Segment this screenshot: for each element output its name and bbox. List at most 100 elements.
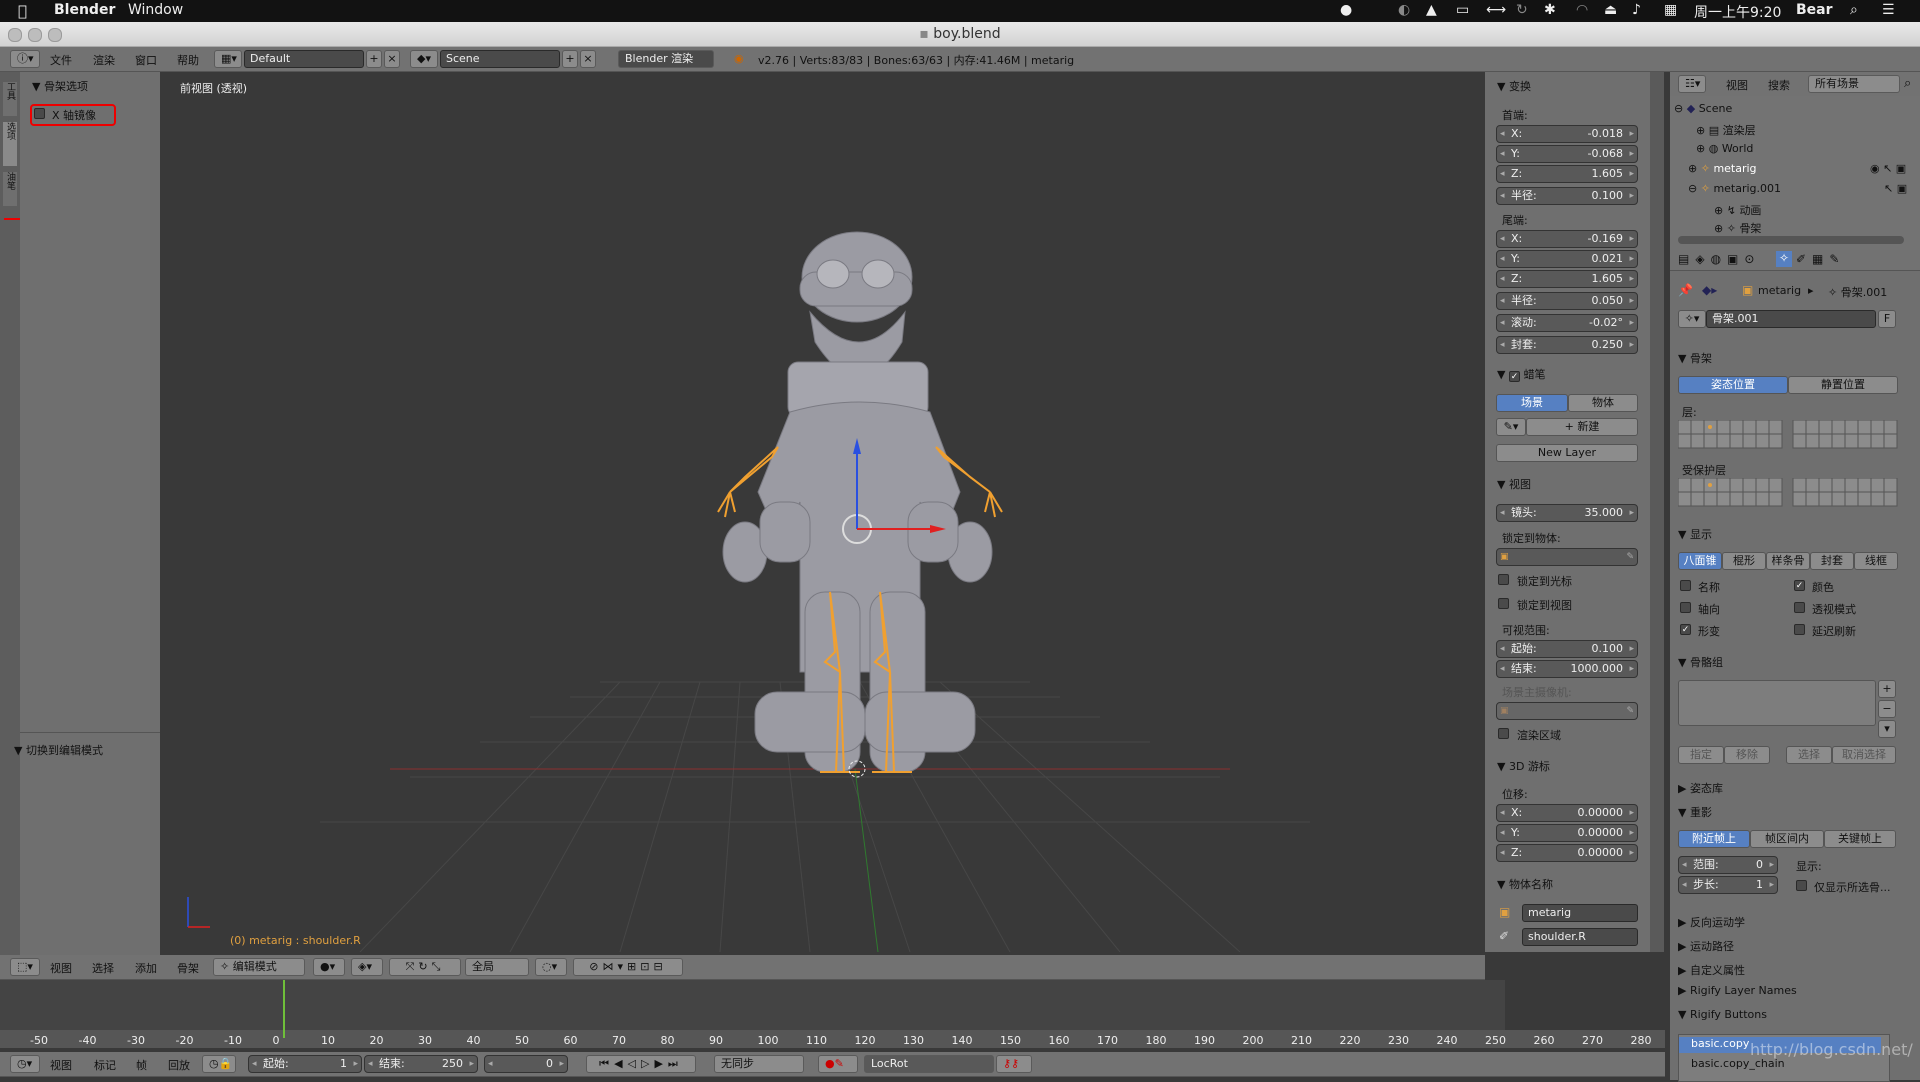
search-icon[interactable]: ⌕ — [1904, 76, 1911, 91]
tail-y-field[interactable]: ◂ Y: 0.021 ▸ — [1496, 250, 1638, 268]
fake-user-button[interactable]: F — [1878, 310, 1896, 328]
outliner-row-world[interactable]: ⊕ ◍ World — [1696, 142, 1753, 155]
display-bbone[interactable]: 样条骨 — [1766, 552, 1810, 570]
restrict-icon[interactable]: ↖ ▣ — [1884, 182, 1907, 195]
view-title[interactable]: ▼ 视图 — [1497, 476, 1531, 492]
ik-title[interactable]: ▶ 反向运动学 — [1678, 914, 1745, 930]
tail-x-field[interactable]: ◂ X: -0.169 ▸ — [1496, 230, 1638, 248]
envelope-field[interactable]: ◂ 封套: 0.250 ▸ — [1496, 336, 1638, 354]
gp-new-layer-button[interactable]: New Layer — [1496, 444, 1638, 462]
tab-options[interactable]: 选项 — [3, 122, 17, 166]
delay-checkbox[interactable] — [1794, 624, 1805, 635]
xray-checkbox[interactable] — [1794, 602, 1805, 613]
current-frame-marker[interactable] — [283, 980, 285, 1038]
remove-layout-icon[interactable]: × — [384, 50, 400, 68]
deselect-button[interactable]: 取消选择 — [1832, 746, 1896, 764]
viewport-3d[interactable]: 前视图 (透视) (0) metarig : shoulder.R — [160, 72, 1485, 952]
user-name[interactable]: Bear — [1796, 2, 1833, 18]
shading-select[interactable]: ●▾ — [313, 958, 345, 976]
end-frame-field[interactable]: ◂ 结束: 250 ▸ — [364, 1055, 478, 1073]
shapes-checkbox[interactable]: ✓ — [1680, 624, 1691, 635]
display-wire[interactable]: 线框 — [1854, 552, 1898, 570]
cursor-title[interactable]: ▼ 3D 游标 — [1497, 758, 1550, 774]
render-border-checkbox[interactable] — [1498, 728, 1509, 739]
keyframe-icons[interactable]: ⚷⚷ — [996, 1055, 1032, 1073]
properties-context-icons[interactable]: ▤◈◍▣⊙ — [1678, 252, 1760, 266]
gp-pencil-icon[interactable]: ✎▾ — [1496, 418, 1526, 436]
ghost-range-field[interactable]: ◂ 范围: 0 ▸ — [1678, 856, 1778, 874]
skeleton-title[interactable]: ▼ 骨架 — [1678, 350, 1712, 366]
pin-icon[interactable]: 📌 — [1678, 283, 1693, 297]
app-menu[interactable]: Blender — [54, 2, 115, 18]
head-x-field[interactable]: ◂ X: -0.018 ▸ — [1496, 125, 1638, 143]
orientation-select[interactable]: 全局 — [465, 958, 529, 976]
armature-name-field[interactable]: 骨架.001 — [1706, 310, 1876, 328]
scene-icon[interactable]: ◆▾ — [410, 50, 438, 68]
tab-tools[interactable]: 工具 — [3, 82, 17, 116]
select-button[interactable]: 选择 — [1786, 746, 1832, 764]
time-machine-icon[interactable]: ↻ — [1516, 2, 1528, 18]
cursor-z-field[interactable]: ◂ Z: 0.00000 ▸ — [1496, 844, 1638, 862]
keying-set-field[interactable]: LocRot — [864, 1055, 994, 1073]
outliner-row-armature[interactable]: ⊕ ✧ 骨架 — [1714, 220, 1761, 236]
display-envelope[interactable]: 封套 — [1810, 552, 1854, 570]
ghost-on-keyframes[interactable]: 关键帧上 — [1824, 830, 1896, 848]
mode-select[interactable]: ✧ 编辑模式 — [213, 958, 305, 976]
names-checkbox[interactable] — [1680, 580, 1691, 591]
status-icon[interactable]: ◐ — [1398, 2, 1410, 18]
outliner-scrollbar[interactable] — [1678, 236, 1904, 244]
clock[interactable]: 周一上午9:20 — [1694, 2, 1781, 22]
rigify-buttons-title[interactable]: ▼ Rigify Buttons — [1678, 1008, 1767, 1021]
local-camera-field[interactable]: ▣ ✎ — [1496, 702, 1638, 720]
notification-icon[interactable]: ▲ — [1426, 2, 1437, 18]
tmenu-view[interactable]: 视图 — [50, 1057, 72, 1073]
layout-icon[interactable]: ▦▾ — [214, 50, 242, 68]
outliner-editor-icon[interactable]: ☷▾ — [1678, 75, 1706, 93]
gp-scene-button[interactable]: 场景 — [1496, 394, 1568, 412]
apple-icon[interactable]:  — [18, 2, 27, 20]
volume-icon[interactable]: ♪ — [1632, 2, 1641, 18]
tmenu-marker[interactable]: 标记 — [94, 1057, 116, 1073]
visibility-icon[interactable]: ◉ ↖ ▣ — [1870, 162, 1906, 175]
vmenu-add[interactable]: 添加 — [135, 960, 157, 976]
tail-z-field[interactable]: ◂ Z: 1.605 ▸ — [1496, 270, 1638, 288]
grease-pencil-title[interactable]: ▼ ✓ 蜡笔 — [1497, 366, 1545, 382]
add-group-icon[interactable]: + — [1878, 680, 1896, 698]
tmenu-frame[interactable]: 帧 — [136, 1057, 147, 1073]
outliner-row-metarig[interactable]: ⊕ ✧ metarig — [1688, 162, 1757, 175]
lens-field[interactable]: ◂ 镜头: 35.000 ▸ — [1496, 504, 1638, 522]
outliner-menu-search[interactable]: 搜索 — [1768, 77, 1790, 93]
pivot-select[interactable]: ◈▾ — [351, 958, 383, 976]
item-title[interactable]: ▼ 物体名称 — [1497, 876, 1553, 892]
vmenu-armature[interactable]: 骨架 — [177, 960, 199, 976]
head-y-field[interactable]: ◂ Y: -0.068 ▸ — [1496, 145, 1638, 163]
code-icon[interactable]: ⟷ — [1486, 2, 1506, 18]
preview-range-icon[interactable]: ◷🔒 — [202, 1055, 236, 1073]
colors-checkbox[interactable]: ✓ — [1794, 580, 1805, 591]
ghost-step-field[interactable]: ◂ 步长: 1 ▸ — [1678, 876, 1778, 894]
tab-grease-pencil[interactable]: 油笔 — [3, 172, 17, 206]
bone-tabs-icons[interactable]: ✐▦✎ — [1796, 252, 1845, 266]
timeline-editor-icon[interactable]: ◷▾ — [10, 1055, 40, 1073]
group-menu-icon[interactable]: ▾ — [1878, 720, 1896, 738]
gp-object-button[interactable]: 物体 — [1568, 394, 1638, 412]
wechat-icon[interactable]: ● — [1340, 2, 1352, 18]
cursor-x-field[interactable]: ◂ X: 0.00000 ▸ — [1496, 804, 1638, 822]
scene-crumb-icon[interactable]: ◆▸ — [1702, 283, 1717, 297]
wifi-icon[interactable]: ◠ — [1576, 2, 1588, 18]
manipulator-icons[interactable]: ⤧↻⤡ — [389, 958, 461, 976]
outliner-row-render-layers[interactable]: ⊕ ▤ 渲染层 — [1696, 122, 1756, 138]
vmenu-select[interactable]: 选择 — [92, 960, 114, 976]
window-menu[interactable]: Window — [128, 2, 183, 18]
grease-pencil-checkbox[interactable]: ✓ — [1508, 371, 1520, 382]
clip-end-field[interactable]: ◂ 结束: 1000.000 ▸ — [1496, 660, 1638, 678]
display-stick[interactable]: 棍形 — [1722, 552, 1766, 570]
pose-library-title[interactable]: ▶ 姿态库 — [1678, 780, 1723, 796]
outliner-row-animation[interactable]: ⊕ ↯ 动画 — [1714, 202, 1761, 218]
only-selected-checkbox[interactable] — [1796, 880, 1807, 891]
outliner-filter-select[interactable]: 所有场景 — [1808, 75, 1900, 93]
rest-position-button[interactable]: 静置位置 — [1788, 376, 1898, 394]
head-radius-field[interactable]: ◂ 半径: 0.100 ▸ — [1496, 187, 1638, 205]
editor-type-icon[interactable]: ⓘ▾ — [10, 50, 40, 68]
timeline-area[interactable] — [0, 980, 1665, 1048]
